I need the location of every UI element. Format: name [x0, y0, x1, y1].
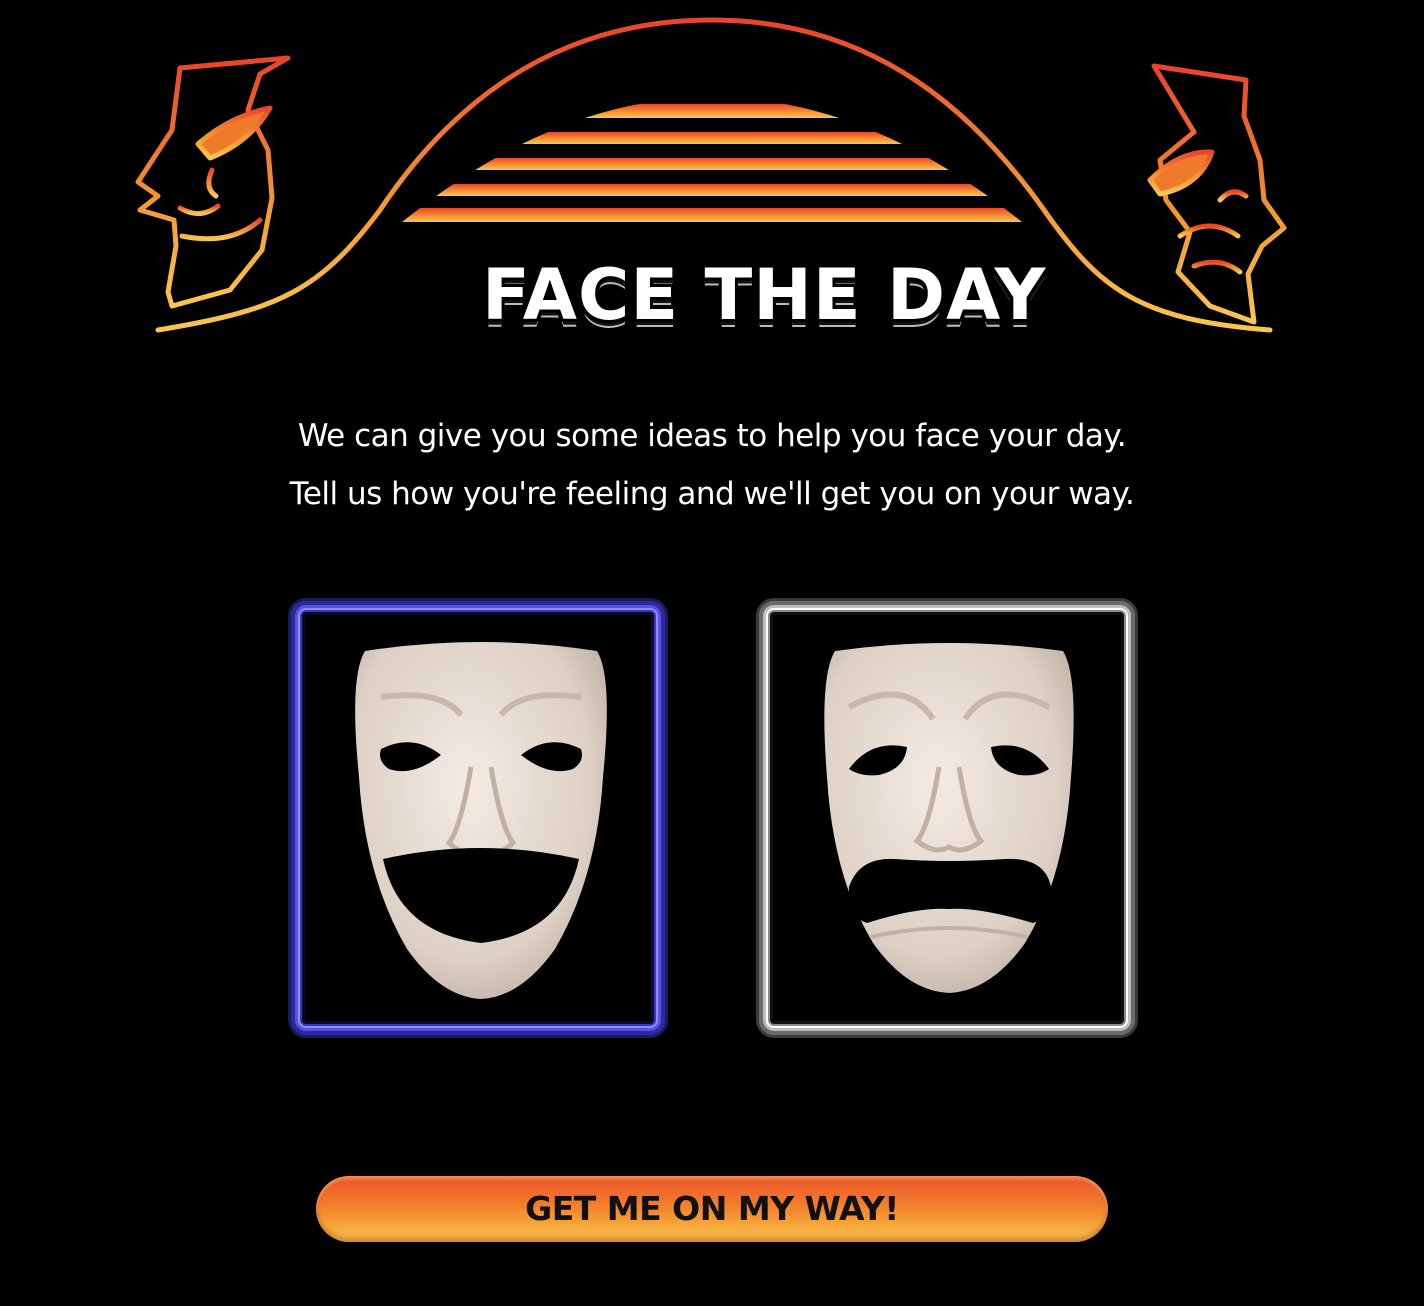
comedy-mask-icon [355, 642, 607, 999]
page: FACE THE DAY We can give you some ideas … [0, 0, 1424, 1306]
face-the-day-logo: FACE THE DAY [120, 10, 1304, 355]
intro-line-2: Tell us how you're feeling and we'll get… [289, 476, 1135, 512]
sad-mood-card[interactable] [756, 598, 1138, 1038]
logo-title: FACE THE DAY [480, 252, 1047, 338]
comedy-face-outline-icon [135, 55, 291, 309]
tragedy-mask-icon [824, 643, 1074, 993]
happy-mood-card[interactable] [288, 598, 668, 1038]
sun-stripes [402, 104, 1022, 222]
get-me-on-my-way-button[interactable]: GET ME ON MY WAY! [316, 1176, 1108, 1242]
intro-line-1: We can give you some ideas to help you f… [297, 418, 1127, 454]
